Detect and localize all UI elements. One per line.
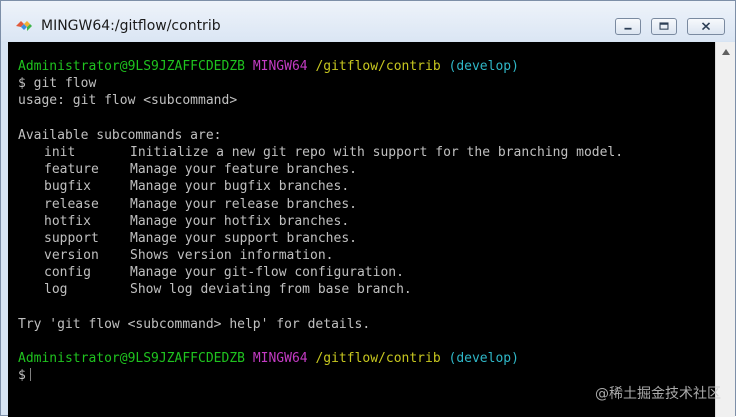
prompt-path: /gitflow/contrib: [315, 59, 441, 74]
prompt-line: Administrator@9LS9JZAFFCDEDZB MINGW64 /g…: [18, 58, 623, 75]
subcommand-desc: Manage your bugfix branches.: [130, 179, 350, 195]
prompt-symbol: $: [18, 368, 26, 384]
subcommand-desc: Manage your git-flow configuration.: [130, 265, 404, 281]
prompt-symbol: $: [18, 76, 26, 92]
terminal-window: MINGW64:/gitflow/contrib Administrator@9…: [0, 0, 736, 417]
subcommand-desc: Initialize a new git repo with support f…: [130, 144, 624, 160]
window-title: MINGW64:/gitflow/contrib: [41, 18, 221, 34]
terminal-output[interactable]: Administrator@9LS9JZAFFCDEDZB MINGW64 /g…: [8, 42, 715, 417]
prompt-user-host: Administrator@9LS9JZAFFCDEDZB: [18, 59, 245, 74]
usage-line: usage: git flow <subcommand>: [18, 93, 238, 109]
subcommand-desc: Manage your hotfix branches.: [130, 213, 350, 229]
subcommand-name: hotfix: [44, 213, 91, 229]
subcommand-row: feature Manage your feature branches.: [18, 161, 623, 178]
subcommand-name: version: [44, 248, 99, 264]
subcommand-name: log: [44, 282, 68, 298]
watermark: @稀土掘金技术社区: [595, 386, 721, 402]
close-icon: [701, 22, 711, 31]
git-bash-icon: [16, 21, 32, 31]
subcommand-name: config: [44, 265, 91, 281]
prompt-branch: (develop): [448, 351, 519, 367]
minimize-button[interactable]: [615, 18, 641, 35]
command-text: git flow: [33, 76, 97, 92]
subcommand-desc: Manage your support branches.: [130, 230, 357, 246]
subcommand-row: bugfix Manage your bugfix branches.: [18, 178, 623, 195]
prompt-system: MINGW64: [252, 59, 308, 74]
minimize-icon: [624, 27, 632, 30]
text-cursor: [29, 368, 39, 382]
close-button[interactable]: [687, 18, 725, 35]
maximize-button[interactable]: [651, 18, 677, 35]
available-heading: Available subcommands are:: [18, 127, 222, 143]
prompt-line: Administrator@9LS9JZAFFCDEDZB MINGW64 /g…: [18, 350, 623, 367]
subcommand-row: version Shows version information.: [18, 247, 623, 264]
subcommand-name: release: [44, 196, 99, 212]
title-bar[interactable]: MINGW64:/gitflow/contrib: [1, 1, 735, 41]
scroll-up-arrow-icon[interactable]: [721, 48, 731, 56]
subcommand-desc: Manage your release branches.: [130, 196, 357, 212]
subcommand-name: bugfix: [44, 179, 91, 195]
subcommand-desc: Manage your feature branches.: [130, 162, 357, 178]
subcommand-row: config Manage your git-flow configuration…: [18, 264, 623, 281]
subcommand-name: init: [44, 144, 76, 160]
subcommand-desc: Show log deviating from base branch.: [130, 282, 412, 298]
help-hint: Try 'git flow <subcommand> help' for det…: [18, 316, 371, 332]
subcommand-row: release Manage your release branches.: [18, 196, 623, 213]
subcommand-row: log Show log deviating from base branch.: [18, 281, 623, 298]
input-line[interactable]: $: [18, 367, 623, 384]
vertical-scrollbar[interactable]: [715, 42, 735, 417]
maximize-icon: [659, 22, 669, 30]
subcommand-row: support Manage your support branches.: [18, 230, 623, 247]
prompt-branch: (develop): [448, 59, 519, 74]
command-line: $ git flow: [18, 75, 623, 92]
prompt-path: /gitflow/contrib: [315, 351, 441, 367]
subcommand-name: feature: [44, 162, 99, 178]
subcommand-row: init Initialize a new git repo with suppo…: [18, 144, 623, 161]
prompt-user-host: Administrator@9LS9JZAFFCDEDZB: [18, 351, 245, 367]
subcommand-desc: Shows version information.: [130, 248, 334, 264]
subcommand-name: support: [44, 230, 99, 246]
prompt-system: MINGW64: [252, 351, 308, 367]
subcommand-row: hotfix Manage your hotfix branches.: [18, 213, 623, 230]
